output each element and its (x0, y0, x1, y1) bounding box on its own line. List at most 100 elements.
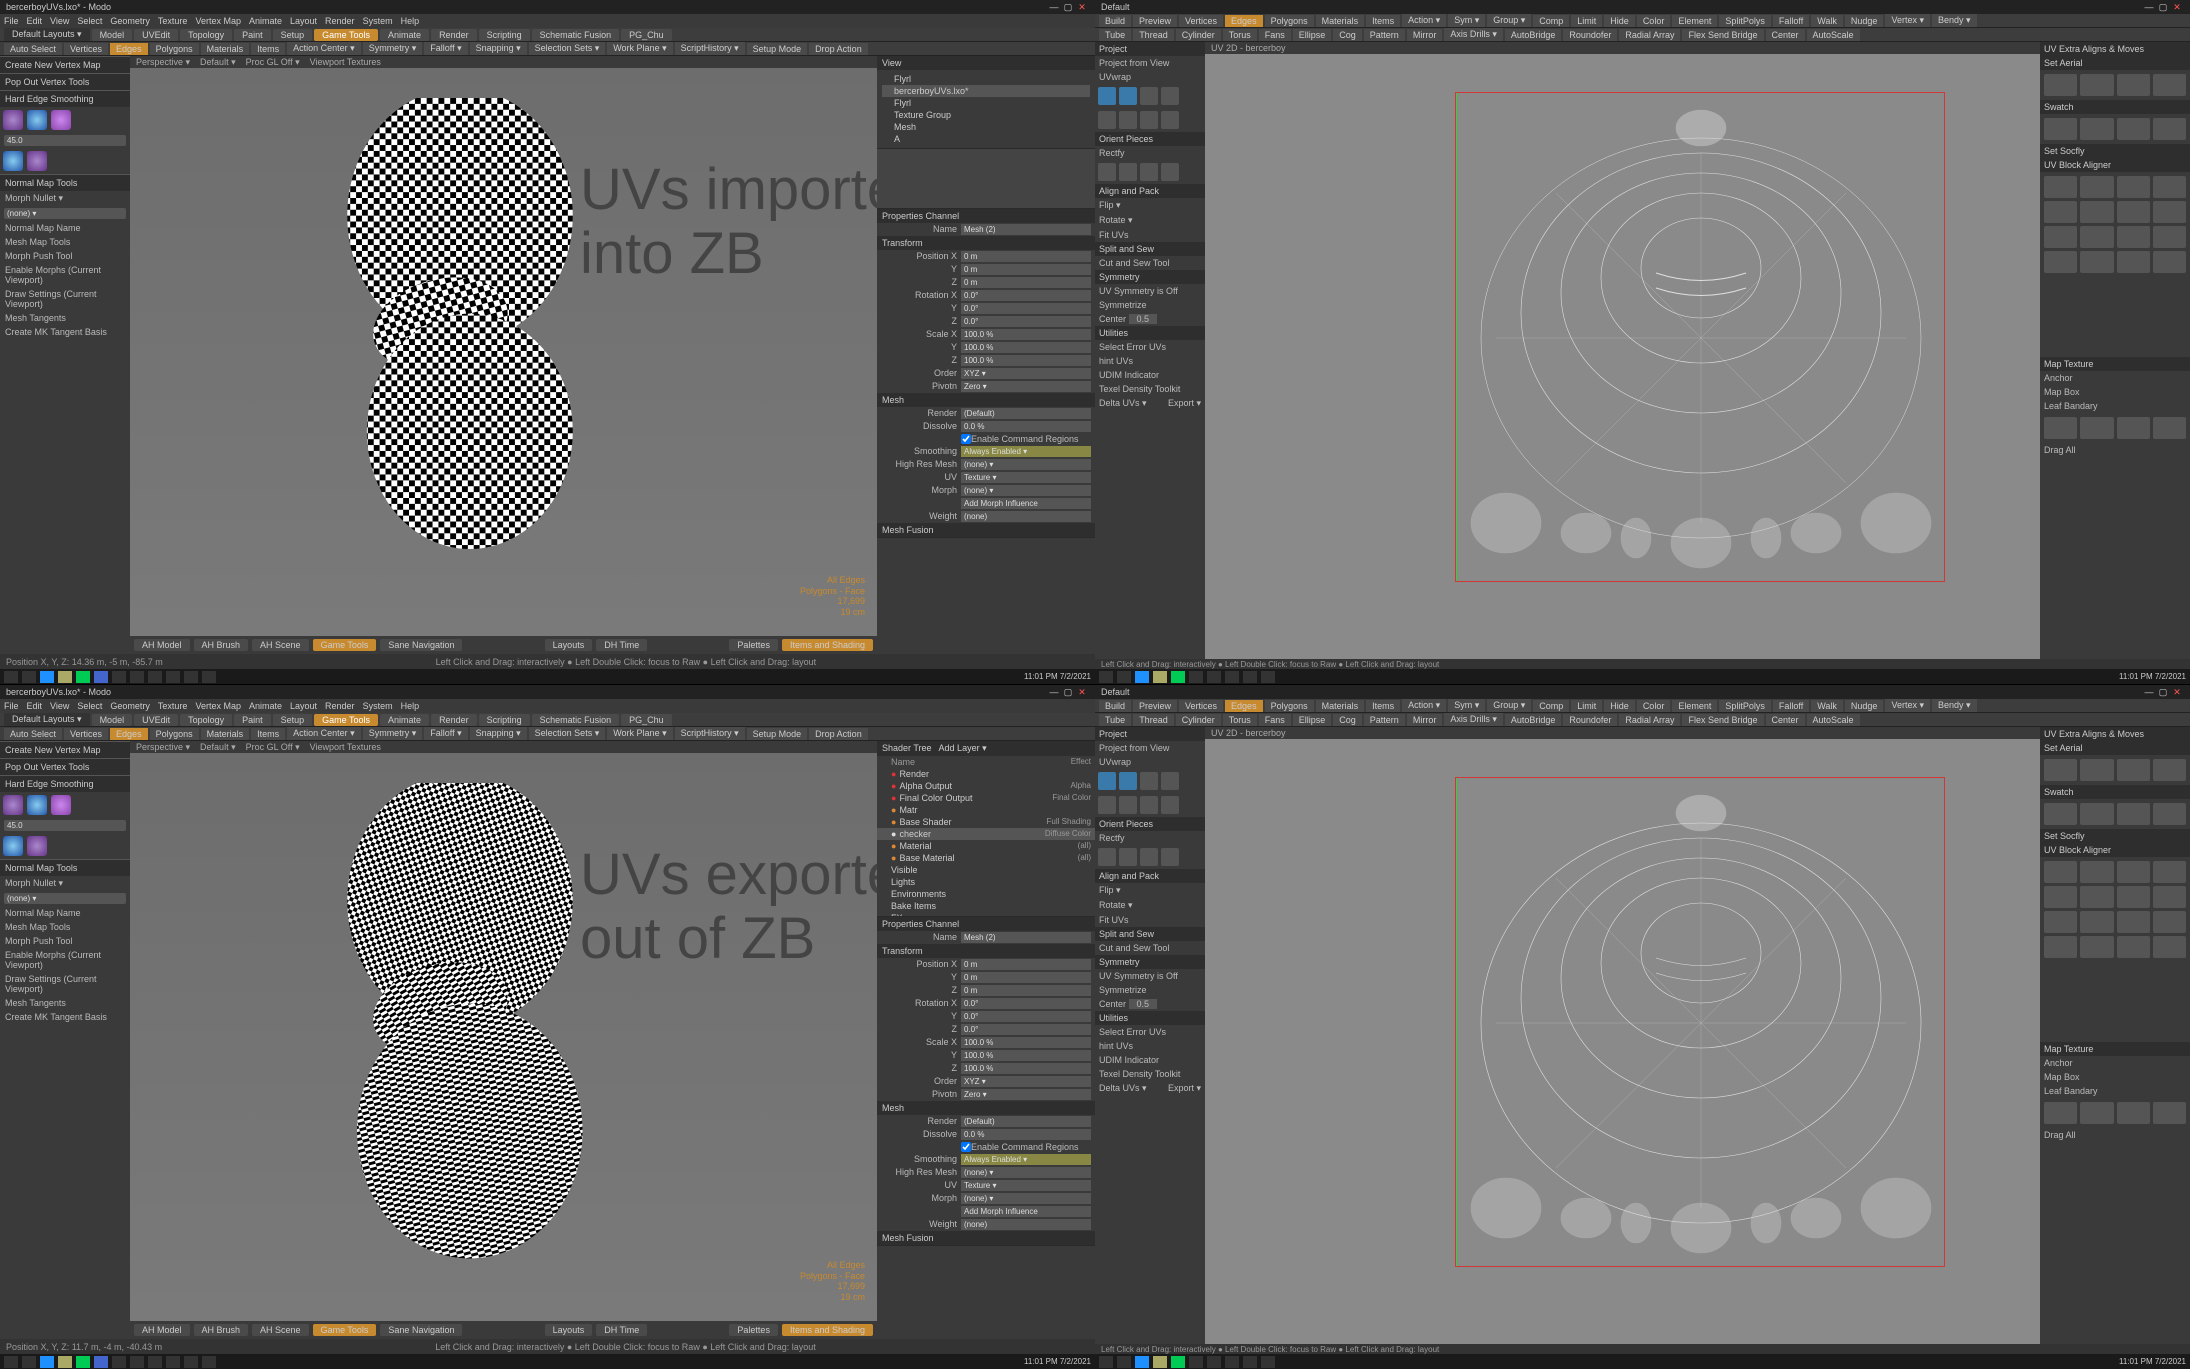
cutsew[interactable]: Cut and Sew Tool (1095, 256, 1205, 270)
sel-edges[interactable]: Edges (110, 43, 148, 55)
tool-icon[interactable] (1119, 111, 1137, 129)
sanenav[interactable]: Sane Navigation (380, 639, 462, 651)
tree-checker[interactable]: checkerDiffuse Color (877, 828, 1095, 840)
align-icon[interactable] (2044, 251, 2077, 273)
splitp[interactable]: SplitPolys (1719, 15, 1771, 27)
align-icon[interactable] (2117, 176, 2150, 198)
drills[interactable]: Axis Drills ▾ (1444, 28, 1503, 41)
rot-y[interactable]: 0.0° (961, 303, 1091, 314)
tree-fcolor[interactable]: Final Color OutputFinal Color (877, 792, 1095, 804)
torus[interactable]: Torus (1223, 29, 1257, 41)
task-icon[interactable] (94, 671, 108, 683)
tab-schematic[interactable]: Schematic Fusion (532, 29, 620, 41)
pos-z[interactable]: 0 m (961, 277, 1091, 288)
tool-icon[interactable] (1140, 111, 1158, 129)
smoothing[interactable]: Always Enabled ▾ (961, 446, 1091, 457)
task-icon[interactable] (22, 671, 36, 683)
scl-x[interactable]: 100.0 % (961, 329, 1091, 340)
pattern[interactable]: Pattern (1364, 29, 1405, 41)
hdr-aerial[interactable]: Set Aerial (2040, 56, 2190, 70)
menu-layout[interactable]: Layout (290, 16, 317, 26)
group[interactable]: Group ▾ (1487, 14, 1531, 27)
dissolve[interactable]: 0.0 % (961, 421, 1091, 432)
pos-x[interactable]: 0 m (961, 251, 1091, 262)
dhtime[interactable]: DH Time (596, 639, 647, 651)
pivot[interactable]: Zero ▾ (961, 381, 1091, 392)
angle-slider[interactable]: 45.0 (4, 135, 126, 146)
tree-item-scene[interactable]: bercerboyUVs.lxo* (882, 85, 1090, 97)
items-shading[interactable]: Items and Shading (782, 639, 873, 651)
tool-icon[interactable] (51, 110, 71, 130)
align-icon[interactable] (2080, 176, 2113, 198)
tree-material[interactable]: Material(all) (877, 840, 1095, 852)
task-icon[interactable] (1135, 671, 1149, 683)
selerror[interactable]: Select Error UVs (1095, 340, 1205, 354)
task-icon[interactable] (148, 671, 162, 683)
center-val[interactable]: 0.5 (1129, 314, 1158, 324)
tool-icon[interactable] (1140, 163, 1158, 181)
tree-render[interactable]: Render (877, 768, 1095, 780)
mapbox[interactable]: Map Box (2040, 385, 2190, 399)
snapping[interactable]: Snapping ▾ (470, 42, 527, 55)
tool-icon[interactable] (1119, 163, 1137, 181)
sel-mats[interactable]: Materials (201, 43, 250, 55)
viewport-canvas[interactable]: UVs imported into ZB All Edges Polygons … (130, 68, 877, 636)
rectfy[interactable]: Rectfy (1095, 146, 1205, 160)
tree-fx[interactable]: FX (877, 912, 1095, 916)
color[interactable]: Color (1637, 15, 1671, 27)
row-meshmap[interactable]: Mesh Map Tools (0, 235, 130, 249)
pos-y[interactable]: 0 m (961, 264, 1091, 275)
align-icon[interactable] (2117, 201, 2150, 223)
close-button[interactable]: ✕ (1075, 2, 1089, 13)
menu-system[interactable]: System (363, 16, 393, 26)
align-icon[interactable] (2153, 74, 2186, 96)
tree-item[interactable]: Texture Group (882, 109, 1090, 121)
menu-view[interactable]: View (50, 16, 69, 26)
nudge[interactable]: Nudge (1845, 15, 1884, 27)
viewport-canvas[interactable]: UVs exported out of ZB All Edges Polygon… (130, 753, 877, 1321)
row-mktangent[interactable]: Create MK Tangent Basis (0, 325, 130, 339)
tab-scripting[interactable]: Scripting (479, 29, 530, 41)
build[interactable]: Build (1099, 15, 1131, 27)
tree-env[interactable]: Environments (877, 888, 1095, 900)
hintuvs[interactable]: hint UVs (1095, 354, 1205, 368)
leafb[interactable]: Leaf Bandary (2040, 399, 2190, 413)
sel-polys[interactable]: Polygons (150, 43, 199, 55)
center[interactable]: Center (1766, 29, 1805, 41)
morph[interactable]: (none) ▾ (961, 485, 1091, 496)
uv-canvas[interactable] (1205, 54, 2040, 659)
uvwrap[interactable]: UVwrap (1095, 70, 1205, 84)
tab-setup[interactable]: Setup (273, 29, 313, 41)
close-button[interactable]: ✕ (2170, 2, 2184, 13)
selsets[interactable]: Selection Sets ▾ (529, 42, 606, 55)
menu-geometry[interactable]: Geometry (110, 16, 150, 26)
sel-polys[interactable]: Polygons (1265, 15, 1314, 27)
tree-item[interactable]: Flyrl (882, 73, 1090, 85)
task-icon[interactable] (58, 671, 72, 683)
name-field[interactable]: Mesh (2) (961, 224, 1091, 235)
task-icon[interactable] (166, 671, 180, 683)
menu-edit[interactable]: Edit (27, 16, 43, 26)
task-icon[interactable] (130, 671, 144, 683)
align-icon[interactable] (2080, 201, 2113, 223)
delta[interactable]: Delta UVs ▾ (1099, 398, 1147, 408)
tool-icon[interactable] (1098, 87, 1116, 105)
rotate[interactable]: Rotate ▾ (1095, 213, 1205, 228)
align-icon[interactable] (2044, 201, 2077, 223)
uv[interactable]: Texture ▾ (961, 472, 1091, 483)
hdr-socfly[interactable]: Set Socfly (2040, 144, 2190, 158)
layout-dropdown[interactable]: Default Layouts ▾ (4, 28, 90, 41)
sel-edges[interactable]: Edges (1225, 15, 1263, 27)
action-center[interactable]: Action Center ▾ (287, 42, 361, 55)
tab-pgchu[interactable]: PG_Chu (621, 29, 672, 41)
symoff[interactable]: UV Symmetry is Off (1095, 284, 1205, 298)
max-button[interactable]: ▢ (2156, 2, 2170, 13)
radial[interactable]: Radial Array (1619, 29, 1680, 41)
task-icon[interactable] (1243, 671, 1257, 683)
render[interactable]: (Default) (961, 408, 1091, 419)
task-icon[interactable] (76, 671, 90, 683)
tree-baseshader[interactable]: Base ShaderFull Shading (877, 816, 1095, 828)
vp-textures[interactable]: Viewport Textures (310, 57, 381, 67)
export[interactable]: Export ▾ (1168, 398, 1201, 409)
align-icon[interactable] (2153, 226, 2186, 248)
